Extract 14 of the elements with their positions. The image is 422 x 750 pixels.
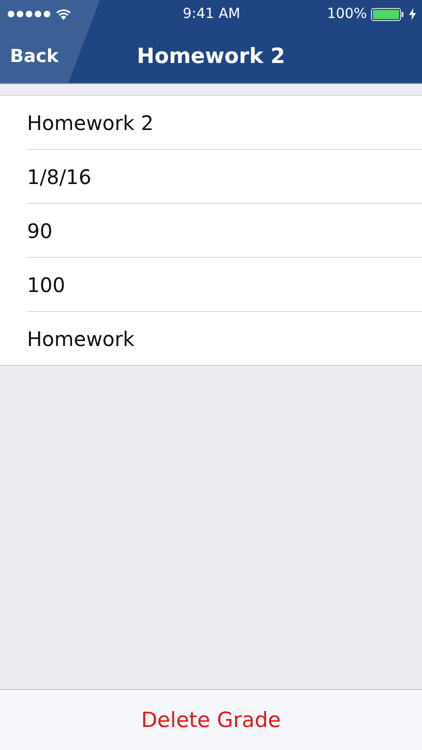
delete-grade-button[interactable]: Delete Grade: [131, 702, 291, 738]
status-time: 9:41 AM: [182, 6, 240, 22]
battery-icon: [370, 8, 405, 20]
grade-field[interactable]: Homework: [27, 312, 422, 365]
wifi-icon: [56, 8, 71, 20]
charging-icon: [408, 8, 416, 20]
signal-icon: [7, 10, 51, 18]
grade-field[interactable]: 1/8/16: [27, 150, 422, 204]
nav-title: Homework 2: [136, 44, 286, 68]
battery-percentage: 100%: [326, 6, 367, 22]
back-button[interactable]: Back: [0, 46, 69, 67]
grade-field[interactable]: 100: [27, 258, 422, 312]
grade-field[interactable]: 90: [27, 204, 422, 258]
grade-field[interactable]: Homework 2: [27, 96, 422, 150]
